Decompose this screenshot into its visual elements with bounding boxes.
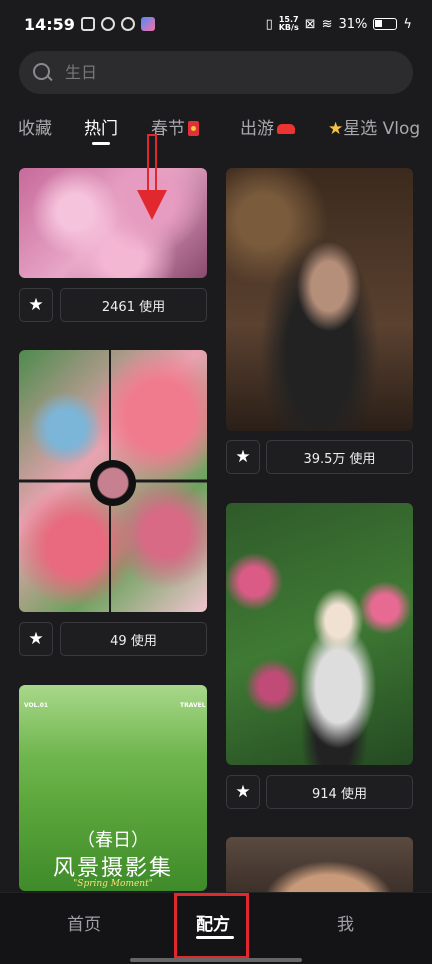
favorite-button[interactable]: ★	[226, 775, 260, 809]
usage-count: 914 使用	[312, 786, 367, 802]
vibrate-icon: ▯	[265, 16, 273, 32]
status-right: ▯ 15.7 KB/s ⊠ ≋ 31% ϟ	[266, 16, 412, 32]
network-speed: 15.7 KB/s	[279, 16, 299, 32]
nav-me[interactable]: 我	[337, 910, 354, 935]
annotation-highlight-box	[174, 893, 249, 959]
tab-label: 星选 Vlog	[343, 119, 421, 139]
card-title-line2: 风景摄影集	[52, 856, 173, 881]
nav-home[interactable]: 首页	[67, 910, 101, 935]
tab-label: 收藏	[18, 119, 52, 139]
annotation-arrow-head	[137, 190, 167, 220]
usage-count: 49 使用	[110, 633, 157, 649]
car-icon	[277, 124, 295, 134]
nav-label: 首页	[67, 915, 101, 935]
search-input[interactable]	[65, 63, 365, 82]
favorite-button[interactable]: ★	[19, 622, 53, 656]
tab-popular[interactable]: 热门	[84, 114, 118, 139]
status-bar: 14:59 ▯ 15.7 KB/s ⊠ ≋ 31% ϟ	[0, 0, 432, 48]
status-left: 14:59	[24, 15, 155, 34]
favorite-button[interactable]: ★	[226, 440, 260, 474]
tab-label: 出游	[240, 119, 274, 139]
annotation-arrow-shaft	[147, 134, 157, 192]
use-button[interactable]: 914 使用	[266, 775, 413, 809]
speed-unit: KB/s	[278, 23, 299, 32]
app-badge-icon	[140, 17, 155, 31]
home-indicator[interactable]	[130, 958, 302, 962]
usage-count: 39.5万 使用	[303, 451, 376, 467]
sim-icon: ⊠	[304, 16, 316, 32]
card-badge-right: TRAVEL	[180, 702, 206, 709]
tab-label: 热门	[84, 119, 118, 139]
battery-icon	[373, 18, 398, 30]
tab-featured-vlog[interactable]: ★星选 Vlog	[328, 114, 420, 139]
search-icon	[33, 62, 53, 83]
bulb-icon	[120, 17, 135, 31]
active-tab-indicator	[92, 142, 110, 145]
star-icon: ★	[328, 119, 344, 139]
wifi-icon: ≋	[321, 16, 333, 32]
use-button[interactable]: 2461 使用	[60, 288, 207, 322]
roses-portrait-image[interactable]	[226, 503, 413, 765]
cherry-blossom-image[interactable]	[19, 168, 207, 278]
tab-favorites[interactable]: 收藏	[18, 114, 52, 139]
cafe-portrait-image[interactable]	[226, 168, 413, 431]
collage-center-badge	[90, 460, 136, 506]
use-button[interactable]: 39.5万 使用	[266, 440, 413, 474]
card-subtitle: "Spring Moment"	[73, 879, 153, 889]
category-tabs: 收藏 热门 春节 出游 ★星选 Vlog	[0, 110, 432, 150]
card-badge-left: VOL.01	[24, 702, 49, 709]
status-time: 14:59	[24, 14, 75, 34]
use-button[interactable]: 49 使用	[60, 622, 207, 656]
usage-count: 2461 使用	[101, 299, 166, 315]
card-title-line1: （春日）	[77, 830, 149, 851]
portrait-partial-image[interactable]	[226, 837, 413, 897]
favorite-button[interactable]: ★	[19, 288, 53, 322]
red-envelope-icon	[188, 121, 199, 136]
notification-icon	[80, 17, 95, 31]
search-bar[interactable]	[19, 51, 413, 94]
charging-icon: ϟ	[403, 16, 412, 32]
star-icon: ★	[28, 629, 44, 649]
nav-label: 我	[337, 915, 354, 935]
star-icon: ★	[235, 782, 251, 802]
app-notification-icon	[100, 17, 115, 31]
tab-outing[interactable]: 出游	[240, 114, 295, 139]
star-icon: ★	[28, 295, 44, 315]
annotation-arrow	[137, 134, 167, 220]
battery-percent: 31%	[338, 16, 368, 32]
star-icon: ★	[235, 447, 251, 467]
